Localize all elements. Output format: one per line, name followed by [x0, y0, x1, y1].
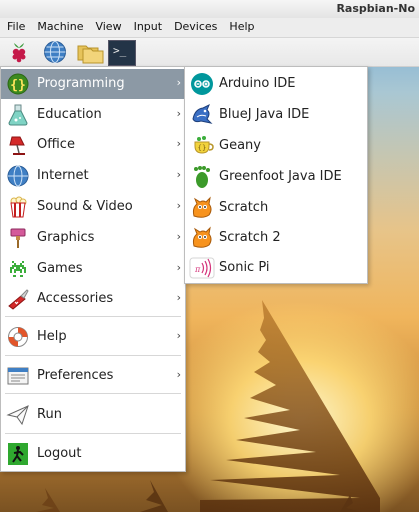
- menu-label: Sound & Video: [37, 199, 133, 214]
- terminal-icon: >_: [113, 44, 127, 57]
- menu-item-programming[interactable]: {} Programming ›: [1, 69, 185, 99]
- menu-item-run[interactable]: Run: [1, 400, 185, 430]
- menu-view[interactable]: View: [88, 18, 126, 33]
- window-title: Raspbian-No: [336, 2, 415, 15]
- paper-plane-icon: [6, 405, 29, 426]
- menu-item-accessories[interactable]: Accessories ›: [1, 284, 185, 314]
- invader-icon: [10, 261, 26, 277]
- lifebuoy-icon: [8, 327, 28, 347]
- submenu-item-bluej[interactable]: BlueJ Java IDE: [185, 100, 367, 130]
- menu-devices[interactable]: Devices: [167, 18, 222, 33]
- menu-separator: [5, 355, 181, 356]
- globe-icon: [7, 165, 29, 187]
- menu-label: Graphics: [37, 230, 95, 245]
- submenu-label: Sonic Pi: [219, 260, 270, 275]
- sonic-pi-icon: π: [189, 257, 215, 279]
- menu-item-internet[interactable]: Internet ›: [1, 161, 185, 191]
- braces-icon: {}: [7, 73, 29, 95]
- chevron-right-icon: ›: [176, 76, 181, 89]
- scratch-icon: [192, 196, 212, 218]
- menu-item-office[interactable]: Office ›: [1, 130, 185, 160]
- menu-item-games[interactable]: Games ›: [1, 254, 185, 284]
- submenu-label: Scratch: [219, 200, 269, 215]
- window-titlebar[interactable]: Raspbian-No: [0, 0, 419, 19]
- menu-label: Office: [37, 137, 75, 152]
- bluej-icon: [192, 103, 213, 124]
- geany-icon: {}: [194, 136, 214, 154]
- web-browser-button[interactable]: [42, 40, 68, 64]
- menu-label: Help: [37, 329, 67, 344]
- menu-item-logout[interactable]: Logout: [1, 439, 185, 469]
- submenu-item-geany[interactable]: {} Geany: [185, 131, 367, 161]
- submenu-label: Greenfoot Java IDE: [219, 169, 342, 184]
- terminal-button[interactable]: >_: [108, 40, 136, 66]
- menu-item-help[interactable]: Help ›: [1, 322, 185, 352]
- menu-file[interactable]: File: [0, 18, 30, 33]
- menubar: File Machine View Input Devices Help: [0, 18, 419, 38]
- chevron-right-icon: ›: [176, 291, 181, 304]
- globe-icon: [44, 41, 66, 63]
- chevron-right-icon: ›: [176, 230, 181, 243]
- submenu-item-scratch[interactable]: Scratch: [185, 193, 367, 223]
- arduino-icon: [191, 73, 213, 95]
- menu-item-graphics[interactable]: Graphics ›: [1, 223, 185, 253]
- programming-submenu: Arduino IDE BlueJ Java IDE {} Geany Gree…: [184, 66, 368, 284]
- chevron-right-icon: ›: [176, 107, 181, 120]
- submenu-label: BlueJ Java IDE: [219, 107, 310, 122]
- menu-help[interactable]: Help: [222, 18, 259, 33]
- preferences-icon: [7, 367, 29, 385]
- menu-label: Run: [37, 407, 62, 422]
- taskbar: >_: [0, 38, 419, 67]
- menu-input[interactable]: Input: [127, 18, 167, 33]
- menu-separator: [5, 433, 181, 434]
- menu-separator: [5, 316, 181, 317]
- submenu-label: Geany: [219, 138, 261, 153]
- menu-machine[interactable]: Machine: [30, 18, 88, 33]
- submenu-item-greenfoot[interactable]: Greenfoot Java IDE: [185, 162, 367, 192]
- menu-item-preferences[interactable]: Preferences ›: [1, 361, 185, 391]
- menu-label: Education: [37, 107, 102, 122]
- paint-icon: [10, 228, 26, 248]
- submenu-item-scratch-2[interactable]: Scratch 2: [185, 223, 367, 253]
- raspberry-icon: [12, 43, 26, 63]
- raspberry-menu-button[interactable]: [6, 40, 32, 64]
- chevron-right-icon: ›: [176, 137, 181, 150]
- greenfoot-icon: [194, 166, 210, 188]
- menu-item-sound-video[interactable]: Sound & Video ›: [1, 192, 185, 222]
- svg-text:π: π: [194, 265, 201, 274]
- chevron-right-icon: ›: [176, 199, 181, 212]
- menu-label: Accessories: [37, 291, 114, 306]
- chevron-right-icon: ›: [176, 261, 181, 274]
- svg-text:{}: {}: [198, 144, 207, 152]
- menu-label: Internet: [37, 168, 89, 183]
- file-manager-button[interactable]: [76, 40, 104, 64]
- menu-item-education[interactable]: Education ›: [1, 100, 185, 130]
- chevron-right-icon: ›: [176, 329, 181, 342]
- popcorn-icon: [10, 196, 27, 218]
- menu-label: Logout: [37, 446, 82, 461]
- chevron-right-icon: ›: [176, 168, 181, 181]
- menu-separator: [5, 393, 181, 394]
- submenu-item-arduino-ide[interactable]: Arduino IDE: [185, 69, 367, 99]
- submenu-label: Scratch 2: [219, 230, 281, 245]
- exit-icon: [8, 443, 28, 465]
- main-menu: {} Programming › Education › Office › In…: [0, 66, 186, 472]
- lamp-icon: [9, 136, 25, 155]
- submenu-label: Arduino IDE: [219, 76, 296, 91]
- svg-text:{}: {}: [10, 78, 26, 93]
- menu-label: Games: [37, 261, 83, 276]
- scratch-icon: [192, 226, 212, 248]
- menu-label: Programming: [37, 76, 125, 91]
- knife-icon: [8, 289, 29, 310]
- submenu-item-sonic-pi[interactable]: π Sonic Pi: [185, 253, 367, 283]
- menu-label: Preferences: [37, 368, 114, 383]
- chevron-right-icon: ›: [176, 368, 181, 381]
- flask-icon: [8, 104, 28, 126]
- folders-icon: [77, 45, 104, 64]
